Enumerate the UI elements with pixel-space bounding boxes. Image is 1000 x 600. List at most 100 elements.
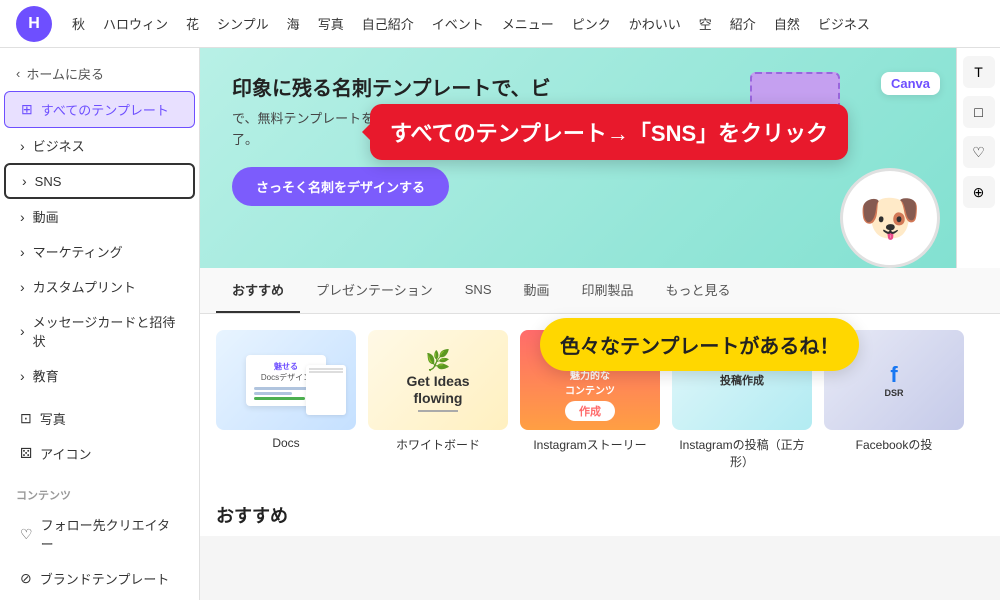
sidebar-item-label: SNS <box>35 174 62 189</box>
tab-video[interactable]: 動画 <box>508 268 566 313</box>
tab-sns[interactable]: SNS <box>449 270 508 311</box>
tag-cute[interactable]: かわいい <box>629 14 681 33</box>
main-layout: ‹ ホームに戻る ⊞ すべてのテンプレート › ビジネス › SNS › 動画 … <box>0 48 1000 600</box>
tag-simple[interactable]: シンプル <box>217 14 269 33</box>
chevron-right-icon-print: › <box>20 279 25 295</box>
canva-tool-shape[interactable]: □ <box>963 96 995 128</box>
tag-menu[interactable]: メニュー <box>502 14 554 33</box>
tag-selfintro[interactable]: 自己紹介 <box>362 14 414 33</box>
sidebar-back-button[interactable]: ‹ ホームに戻る <box>0 56 199 91</box>
template-card-whiteboard[interactable]: 🌿 Get Ideas flowing ホワイトボード <box>368 330 508 470</box>
callout-bubble-yellow: 色々なテンプレートがあるね！ <box>540 318 859 371</box>
back-label: ホームに戻る <box>26 64 104 83</box>
wb-text-line1: Get Ideas <box>406 373 469 390</box>
icon-icon: ⚄ <box>20 445 32 462</box>
chevron-right-icon-sns: › <box>22 173 27 189</box>
canva-sidebar-tools: T □ ♡ ⊕ <box>956 48 1000 268</box>
chevron-right-icon-marketing: › <box>20 244 25 260</box>
canva-tool-heart[interactable]: ♡ <box>963 136 995 168</box>
tag-pink[interactable]: ピンク <box>572 14 611 33</box>
wb-emoji: 🌿 <box>406 348 469 373</box>
sidebar-section-content: コンテンツ <box>0 479 199 507</box>
sidebar-item-label: メッセージカードと招待状 <box>33 312 179 350</box>
heart-icon: ♡ <box>20 526 33 543</box>
canva-tool-text[interactable]: T <box>963 56 995 88</box>
sidebar-item-photo[interactable]: ⊡ 写真 <box>4 401 195 436</box>
tag-flower[interactable]: 花 <box>186 14 199 33</box>
sidebar-item-follow[interactable]: ♡ フォロー先クリエイター <box>4 507 195 561</box>
docs-line-2 <box>254 392 292 395</box>
sidebar-item-all-templates[interactable]: ⊞ すべてのテンプレート <box>4 91 195 128</box>
tab-more[interactable]: もっと見る <box>650 268 747 313</box>
tag-event[interactable]: イベント <box>432 14 484 33</box>
tag-halloween[interactable]: ハロウィン <box>103 14 168 33</box>
whiteboard-thumb: 🌿 Get Ideas flowing <box>368 330 508 430</box>
tag-intro[interactable]: 紹介 <box>730 14 756 33</box>
tab-recommended[interactable]: おすすめ <box>216 268 300 313</box>
tag-sky[interactable]: 空 <box>699 14 712 33</box>
character-illustration: 🐶 <box>840 168 940 278</box>
tag-list: 秋 ハロウィン 花 シンプル 海 写真 自己紹介 イベント メニュー ピンク か… <box>72 14 870 33</box>
chevron-right-icon-message: › <box>20 323 25 339</box>
canva-tool-add[interactable]: ⊕ <box>963 176 995 208</box>
tab-presentation[interactable]: プレゼンテーション <box>300 268 449 313</box>
chevron-left-icon: ‹ <box>16 66 20 81</box>
ig-sq-main-text: 投稿作成 <box>720 372 764 388</box>
sidebar-item-custom-print[interactable]: › カスタムプリント <box>4 269 195 304</box>
fb-inner: f DSR <box>884 362 903 398</box>
brand-icon: ⊘ <box>20 570 32 587</box>
sidebar-item-icon[interactable]: ⚄ アイコン <box>4 436 195 471</box>
docs-thumb: 魅せる Docsデザイン <box>216 330 356 430</box>
facebook-card-label: Facebookの投 <box>824 436 964 453</box>
wb-thumb-bg: 🌿 Get Ideas flowing <box>368 330 508 430</box>
docs-thumb-bg: 魅せる Docsデザイン <box>216 330 356 430</box>
sidebar-item-message[interactable]: › メッセージカードと招待状 <box>4 304 195 358</box>
sidebar-item-label: カスタムプリント <box>33 277 136 296</box>
chevron-right-icon-video: › <box>20 209 25 225</box>
sidebar-item-brand[interactable]: ⊘ ブランドテンプレート <box>4 561 195 596</box>
hero-cta-button[interactable]: さっそく名刺をデザインする <box>232 167 449 206</box>
recommended-section-label: おすすめ <box>200 486 1000 536</box>
sidebar-item-education[interactable]: › 教育 <box>4 358 195 393</box>
docs-mini-line <box>309 368 343 370</box>
top-nav: H 秋 ハロウィン 花 シンプル 海 写真 自己紹介 イベント メニュー ピンク… <box>0 0 1000 48</box>
templates-section: おすすめ プレゼンテーション SNS 動画 印刷製品 もっと見る 魅せる <box>200 268 1000 536</box>
sidebar-item-label: アイコン <box>40 444 91 463</box>
sidebar-item-sns[interactable]: › SNS <box>4 163 195 199</box>
sidebar-item-label: 写真 <box>40 409 66 428</box>
wb-text-line2: flowing <box>406 390 469 407</box>
ig-square-card-label: Instagramの投稿（正方形） <box>672 436 812 470</box>
tag-photo[interactable]: 写真 <box>318 14 344 33</box>
tag-nature[interactable]: 自然 <box>774 14 800 33</box>
docs-mini-line-2 <box>309 371 343 373</box>
template-card-docs[interactable]: 魅せる Docsデザイン <box>216 330 356 470</box>
docs-line-3 <box>254 397 305 400</box>
canva-logo: Canva <box>881 72 940 95</box>
ig-story-line2: コンテンツ <box>565 382 615 397</box>
ig-story-create-btn: 作成 <box>565 401 615 421</box>
tag-business[interactable]: ビジネス <box>818 14 870 33</box>
content-area: すべてのテンプレート→「SNS」をクリック 色々なテンプレートがあるね！ 印象に… <box>200 48 1000 600</box>
tab-print[interactable]: 印刷製品 <box>566 268 650 313</box>
sidebar-item-marketing[interactable]: › マーケティング <box>4 234 195 269</box>
chevron-right-icon-education: › <box>20 368 25 384</box>
character-circle: 🐶 <box>840 168 940 268</box>
tag-autumn[interactable]: 秋 <box>72 14 85 33</box>
fb-text: DSR <box>884 388 903 398</box>
sidebar-item-video[interactable]: › 動画 <box>4 199 195 234</box>
sidebar-item-label: ブランドテンプレート <box>40 569 170 588</box>
callout-bubble-red: すべてのテンプレート→「SNS」をクリック <box>370 104 848 160</box>
sidebar-item-business[interactable]: › ビジネス <box>4 128 195 163</box>
sidebar-item-label: ビジネス <box>33 136 85 155</box>
logo: H <box>16 6 52 42</box>
facebook-logo-icon: f <box>884 362 903 388</box>
sidebar-item-label: 教育 <box>33 366 59 385</box>
sidebar-item-label: マーケティング <box>33 242 123 261</box>
docs-mini-card <box>306 365 346 415</box>
sidebar-item-label: すべてのテンプレート <box>41 100 169 119</box>
grid-icon: ⊞ <box>21 101 33 118</box>
sidebar: ‹ ホームに戻る ⊞ すべてのテンプレート › ビジネス › SNS › 動画 … <box>0 48 200 600</box>
sidebar-item-label: フォロー先クリエイター <box>41 515 179 553</box>
whiteboard-card-label: ホワイトボード <box>368 436 508 453</box>
tag-sea[interactable]: 海 <box>287 14 300 33</box>
